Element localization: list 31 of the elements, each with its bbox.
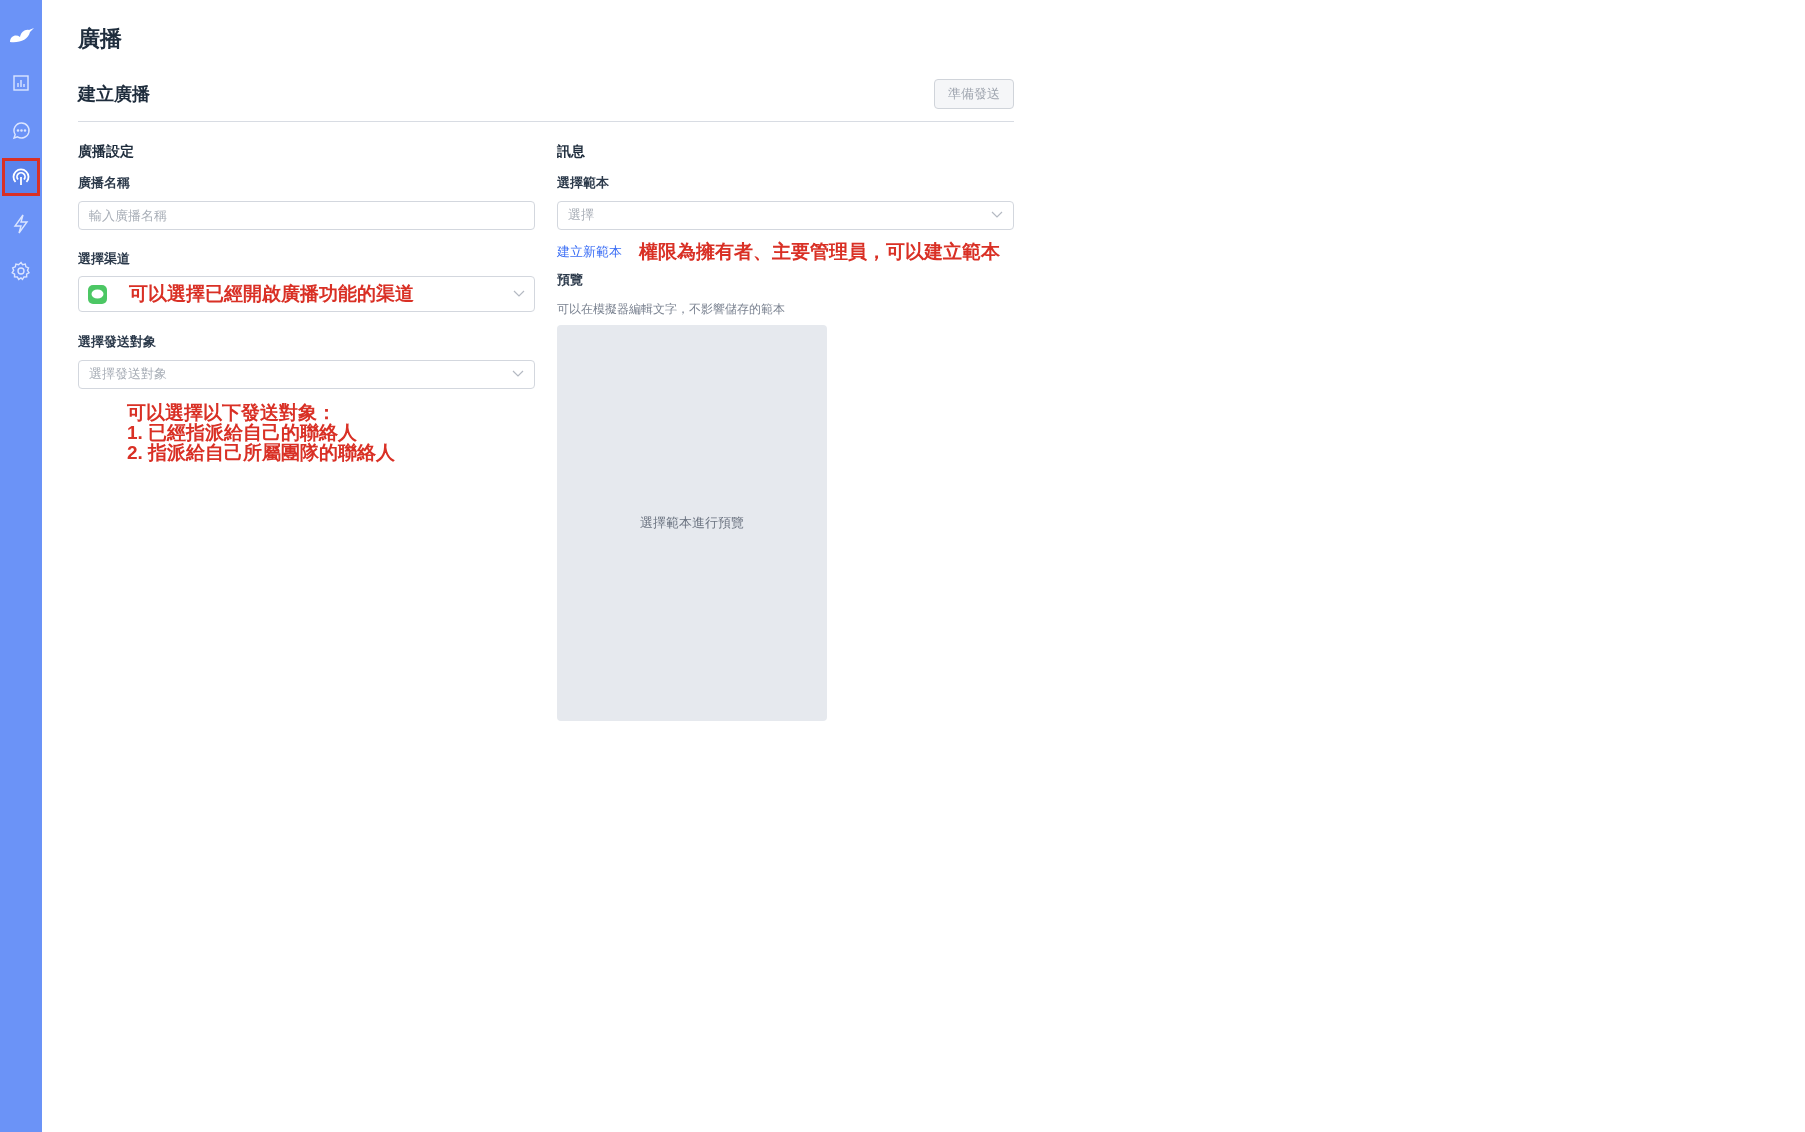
preview-area: 選擇範本進行預覽 [557, 324, 827, 721]
annotation-text: 可以選擇以下發送對象： [127, 402, 337, 423]
template-select[interactable]: 選擇 [557, 200, 1014, 230]
annotation-text: 2. 指派給自己所屬團隊的聯絡人 [127, 442, 397, 463]
field-label: 預覽 [557, 271, 584, 289]
channel-select[interactable]: 可以選擇已經開啟廣播功能的渠道 [78, 276, 535, 312]
audience-select[interactable]: 選擇發送對象 [78, 359, 535, 389]
hint-text: 可以在模擬器編輯文字，不影響儲存的範本 [557, 300, 786, 318]
settings-icon[interactable] [11, 261, 31, 281]
annotation-text: 1. 已經指派給自己的聯絡人 [127, 422, 359, 443]
field-label: 選擇發送對象 [78, 333, 157, 351]
annotation-text: 可以選擇已經開啟廣播功能的渠道 [129, 281, 415, 306]
chevron-down-icon [991, 211, 1003, 219]
chevron-down-icon [513, 290, 525, 298]
group-heading: 廣播設定 [78, 142, 135, 161]
nav-item[interactable] [2, 158, 40, 196]
field-label: 選擇範本 [557, 174, 610, 192]
lightning-icon[interactable] [13, 214, 29, 234]
chat-bubble-icon[interactable] [11, 120, 31, 140]
field-label: 選擇渠道 [78, 249, 131, 268]
bar-chart-icon[interactable] [12, 74, 30, 92]
page-title: 廣播 [78, 25, 123, 53]
annotation-text: 權限為擁有者、主要管理員，可以建立範本 [639, 239, 1000, 264]
section-title: 建立廣播 [78, 82, 150, 106]
new-template-link[interactable]: 建立新範本 [557, 242, 622, 262]
broadcast-name-field[interactable]: 輸入廣播名稱 [78, 200, 535, 230]
broadcast-icon[interactable] [11, 167, 31, 187]
field-label: 廣播名稱 [78, 174, 131, 192]
chat-app-icon [88, 284, 107, 304]
group-heading: 訊息 [557, 142, 586, 161]
chevron-down-icon [512, 370, 524, 378]
